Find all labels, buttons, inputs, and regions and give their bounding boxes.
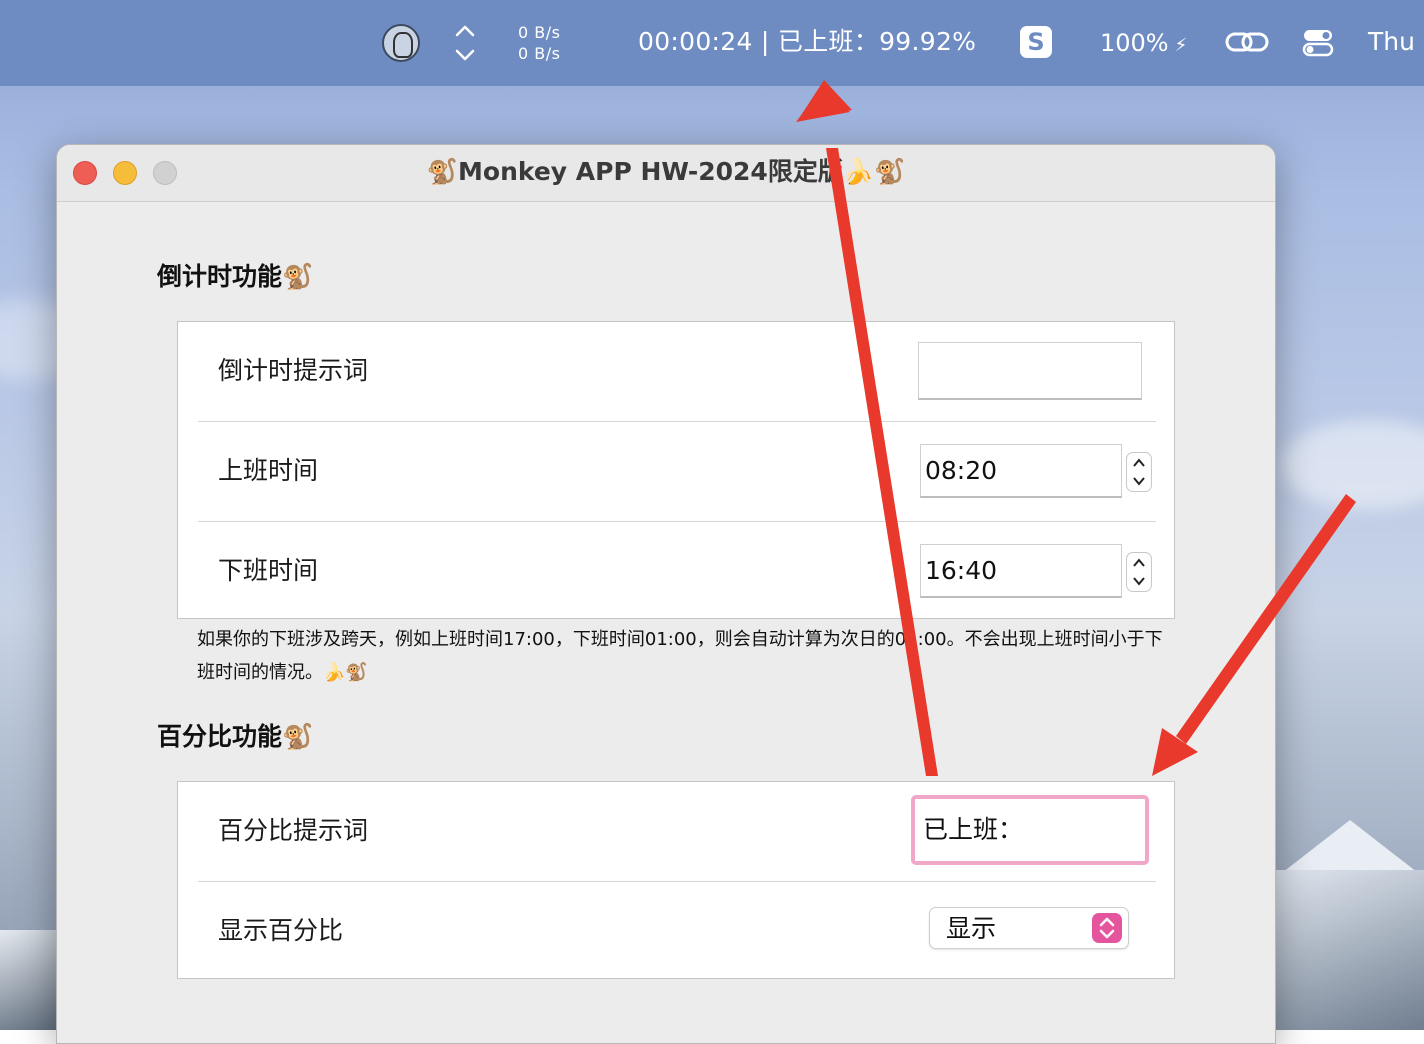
app-avatar-icon[interactable] (382, 24, 420, 62)
start-time-stepper[interactable] (1126, 452, 1152, 492)
menu-bar: 0 B/s 0 B/s 00:00:24 | 已上班：99.92% S 100%… (0, 0, 1424, 86)
countdown-section-title: 倒计时功能🐒 (157, 262, 314, 291)
start-time-input[interactable]: 08:20 (920, 444, 1122, 498)
window-titlebar[interactable]: 🐒Monkey APP HW-2024限定版🍌🐒 (57, 145, 1275, 202)
up-down-arrows-icon[interactable] (452, 22, 478, 64)
network-upload-speed: 0 B/s (518, 23, 561, 42)
end-time-input[interactable]: 16:40 (920, 544, 1122, 598)
start-time-label: 上班时间 (218, 456, 319, 485)
countdown-prompt-input[interactable] (918, 342, 1142, 400)
menubar-date[interactable]: Thu (1368, 26, 1415, 58)
end-time-row: 下班时间 16:40 (198, 522, 1156, 622)
monkey-app-window: 🐒Monkey APP HW-2024限定版🍌🐒 倒计时功能🐒 倒计时提示词 上… (56, 144, 1276, 1044)
show-percent-select[interactable]: 显示 (929, 907, 1129, 949)
start-time-row: 上班时间 08:20 (198, 422, 1156, 522)
up-down-chevron-icon (1099, 917, 1115, 939)
chevron-down-icon[interactable] (1133, 475, 1145, 487)
countdown-prompt-row: 倒计时提示词 (198, 322, 1156, 422)
chevron-up-icon[interactable] (1133, 557, 1145, 569)
end-time-stepper[interactable] (1126, 552, 1152, 592)
wallpaper-mountain (1276, 870, 1424, 1030)
link-icon[interactable] (1224, 28, 1270, 56)
percent-prompt-input[interactable]: 已上班： (911, 795, 1149, 865)
show-percent-value: 显示 (946, 914, 997, 943)
wallpaper-cloud (1280, 420, 1424, 510)
battery-status[interactable]: 100% ⚡ (1100, 28, 1187, 61)
chevron-up-icon[interactable] (1133, 457, 1145, 469)
percent-section-title: 百分比功能🐒 (157, 722, 314, 751)
end-time-label: 下班时间 (218, 556, 319, 585)
battery-percent: 100% (1100, 29, 1169, 57)
network-download-speed: 0 B/s (518, 44, 561, 63)
countdown-prompt-label: 倒计时提示词 (218, 356, 369, 385)
percent-prompt-value: 已上班： (923, 815, 1024, 844)
control-center-icon[interactable] (1302, 26, 1334, 58)
s-app-icon[interactable]: S (1020, 26, 1052, 58)
cross-day-note: 如果你的下班涉及跨天，例如上班时间17:00，下班时间01:00，则会自动计算为… (197, 629, 1163, 683)
countdown-settings-box: 倒计时提示词 上班时间 08:20 下班时间 16:40 (177, 321, 1175, 619)
monkey-status-item[interactable]: 00:00:24 | 已上班：99.92% (638, 26, 976, 58)
chevron-down-icon[interactable] (1133, 575, 1145, 587)
percent-prompt-label: 百分比提示词 (218, 816, 369, 845)
select-stepper-button[interactable] (1092, 913, 1122, 943)
network-speed[interactable]: 0 B/s 0 B/s (518, 22, 560, 64)
show-percent-label: 显示百分比 (218, 916, 344, 945)
charging-bolt-icon: ⚡ (1174, 35, 1188, 56)
window-title: 🐒Monkey APP HW-2024限定版🍌🐒 (426, 157, 906, 186)
